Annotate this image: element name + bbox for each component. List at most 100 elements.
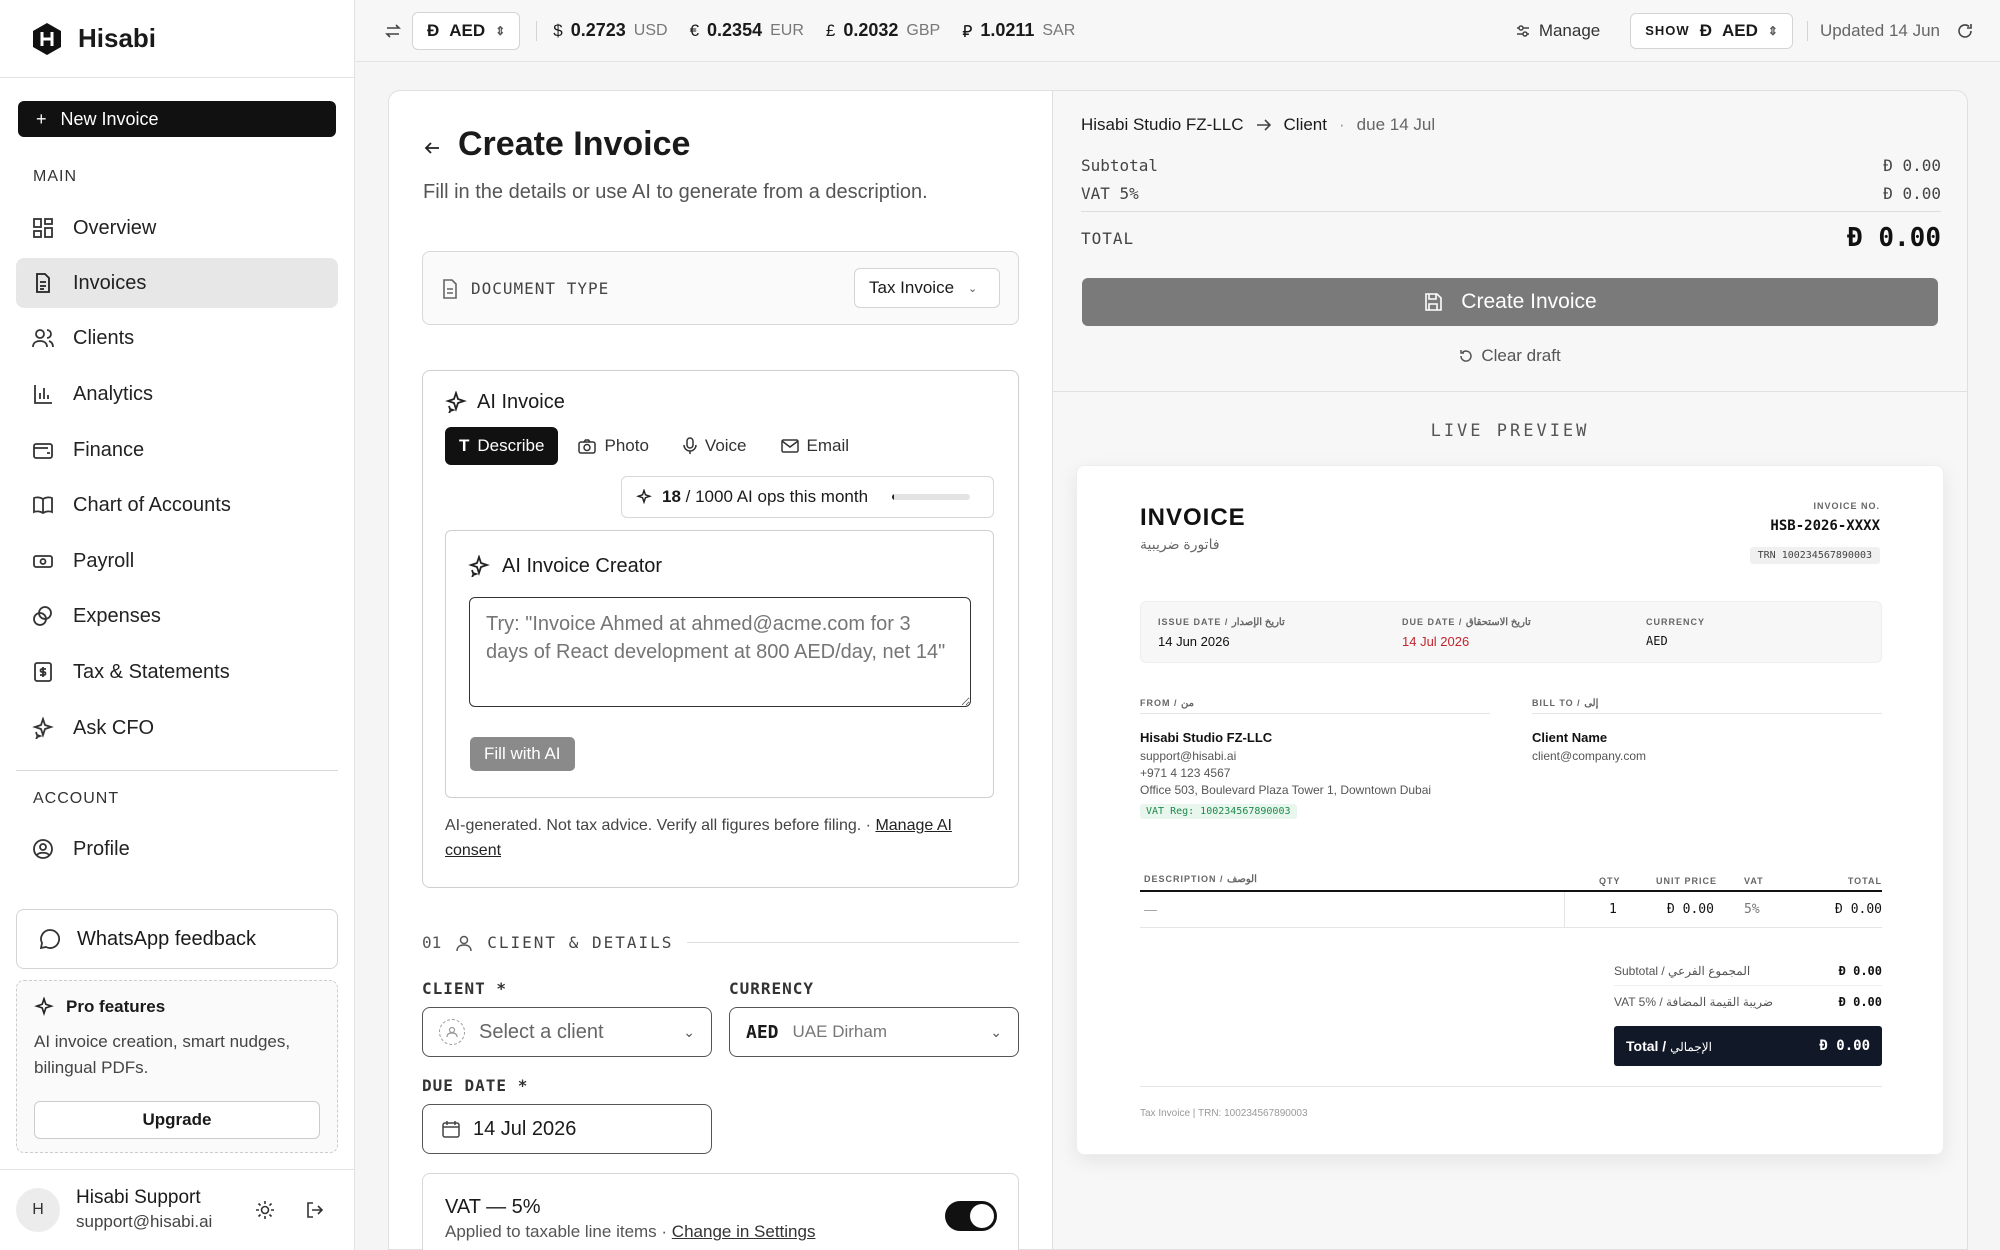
sidebar-item-tax-statements[interactable]: Tax & Statements [16,647,338,697]
preview-subtotal: 0.00 [1853,963,1882,978]
total-value: 0.00 [1878,223,1941,253]
currency-value: AED [1646,634,1668,648]
tab-voice[interactable]: Voice [669,427,761,465]
divider [1140,1086,1882,1087]
sidebar-item-analytics[interactable]: Analytics [16,369,338,419]
users-icon [32,329,54,348]
divider [1140,713,1490,714]
vat-toggle[interactable] [945,1201,997,1231]
rate-code: EUR [770,21,804,39]
rate-sar: ⃁ 1.0211 SAR [962,20,1075,42]
sidebar-item-label: Expenses [73,604,161,627]
microphone-icon [683,437,697,454]
currency-select[interactable]: AED UAE Dirham ⌄ [729,1007,1019,1057]
due-date-label: DUE DATE / [1402,617,1463,627]
avatar[interactable]: H [16,1188,60,1232]
sparkles-icon [32,717,54,739]
sun-icon[interactable] [255,1200,275,1220]
new-invoice-button[interactable]: + New Invoice [18,101,336,137]
change-in-settings-link[interactable]: Change in Settings [672,1222,816,1241]
from-address: Office 503, Boulevard Plaza Tower 1, Dow… [1140,783,1432,797]
document-type-card: DOCUMENT TYPE Tax Invoice ⌄ [422,251,1019,325]
from-phone: +971 4 123 4567 [1140,766,1231,780]
brand[interactable]: Hisabi [0,0,354,78]
tab-email[interactable]: Email [767,427,864,465]
sidebar-item-chart-of-accounts[interactable]: Chart of Accounts [16,480,338,530]
new-invoice-label: New Invoice [60,108,159,129]
preview-total-label: Total / [1626,1038,1667,1054]
sidebar-item-expenses[interactable]: Expenses [16,591,338,641]
chevron-down-icon: ⌄ [968,282,978,295]
sidebar-item-invoices[interactable]: Invoices [16,258,338,308]
updown-icon: ⇕ [495,23,506,38]
user-bar: H Hisabi Support support@hisabi.ai [0,1169,355,1250]
due-date-label: DUE DATE * [422,1076,529,1095]
whatsapp-feedback-button[interactable]: WhatsApp feedback [16,909,338,969]
row-description: — [1144,902,1157,917]
rate-value: 0.2723 [570,20,626,40]
base-currency-select[interactable]: Ð AED ⇕ [412,11,521,50]
due-date-value: 14 Jul 2026 [473,1117,577,1140]
base-currency-value: AED [449,20,486,40]
row-total: 0.00 [1850,902,1882,917]
col-description: DESCRIPTION / [1144,874,1224,884]
toggle-knob [970,1204,994,1228]
col-unit-price: UNIT PRICE [1656,876,1718,886]
upgrade-button[interactable]: Upgrade [34,1101,320,1139]
dirham-icon: Ð [1847,223,1879,253]
tab-photo[interactable]: Photo [564,427,662,465]
pro-title: Pro features [66,997,166,1016]
sidebar-item-ask-cfo[interactable]: Ask CFO [16,703,338,753]
swap-icon[interactable] [384,22,402,40]
coins-icon [33,606,52,626]
rate-code: GBP [906,21,941,39]
ai-creator-title: AI Invoice Creator [502,555,663,577]
document-icon [443,279,457,299]
show-label: SHOW [1645,23,1690,38]
dirham-icon: Ð [1883,184,1903,203]
back-arrow-icon[interactable] [423,139,441,157]
rate-value: 1.0211 [980,20,1035,40]
due-date-input[interactable]: 14 Jul 2026 [422,1104,712,1154]
ai-ops-progress-bar [892,494,971,500]
divider [536,20,538,41]
clear-draft-button[interactable]: Clear draft [1053,346,1967,366]
document-type-value: Tax Invoice [869,278,955,297]
summary-totals: Subtotal Ð 0.00 VAT 5% Ð 0.00 TOTAL Ð 0.00 [1081,156,1941,264]
route-to: Client [1283,115,1327,134]
user-name: Hisabi Support [76,1187,201,1208]
show-currency-select[interactable]: SHOW Ð AED ⇕ [1630,12,1793,49]
sidebar-item-label: Payroll [73,549,135,572]
chat-bubble-icon [39,929,61,950]
logout-icon[interactable] [305,1200,325,1220]
document-type-select[interactable]: Tax Invoice ⌄ [854,268,1000,308]
divider [1564,892,1565,928]
ai-invoice-creator: AI Invoice Creator Fill with AI [445,530,994,798]
sidebar-item-profile[interactable]: Profile [16,824,338,874]
section-title: CLIENT & DETAILS [487,933,674,952]
client-select[interactable]: Select a client ⌄ [422,1007,712,1057]
sparkles-icon [445,391,467,413]
tab-label: Photo [604,436,649,455]
undo-icon [1460,350,1473,362]
create-invoice-button[interactable]: Create Invoice [1082,278,1938,326]
rate-symbol: $ [553,20,563,40]
manage-rates-button[interactable]: Manage [1515,21,1600,41]
sidebar-item-label: Invoices [73,271,147,294]
fill-with-ai-button[interactable]: Fill with AI [470,737,575,771]
preview-vat-label: VAT 5% / ضريبة القيمة المضافة [1614,995,1774,1009]
subtotal-label: Subtotal [1081,156,1159,175]
sidebar-item-finance[interactable]: Finance [16,425,338,475]
sidebar-item-overview[interactable]: Overview [16,203,338,253]
sidebar-item-payroll[interactable]: Payroll [16,536,338,586]
sparkles-icon [636,489,652,505]
client-placeholder: Select a client [479,1020,604,1043]
updated-text: Updated 14 Jun [1819,20,1940,40]
rate-eur: € 0.2354 EUR [690,20,804,41]
ai-description-textarea[interactable] [469,597,971,707]
tab-describe[interactable]: T Describe [445,427,559,465]
rate-code: USD [633,21,668,39]
book-icon [33,496,53,515]
refresh-icon[interactable] [1956,22,1974,40]
sidebar-item-clients[interactable]: Clients [16,313,338,363]
